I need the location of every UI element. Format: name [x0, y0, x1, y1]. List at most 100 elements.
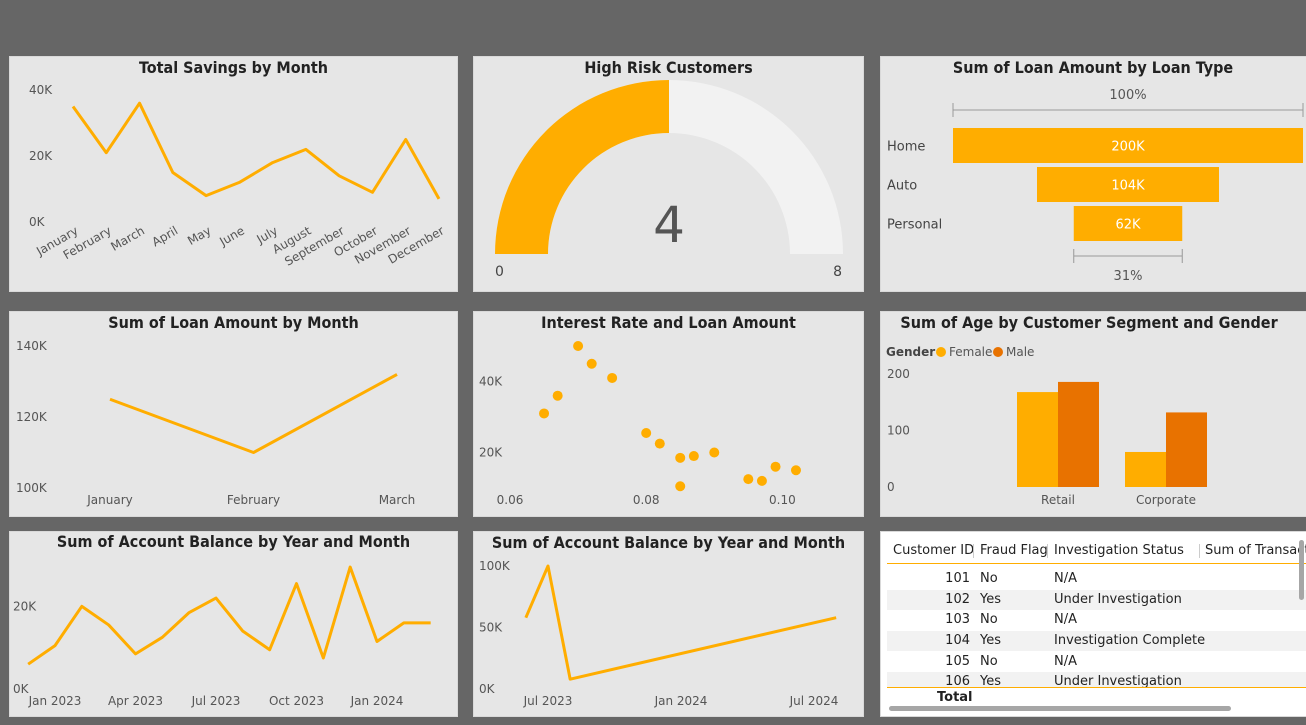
legend-label: Female	[949, 345, 992, 359]
x-tick-label: 0.08	[633, 493, 660, 507]
balance1-series-line	[27, 565, 431, 666]
bar-female	[1125, 451, 1166, 487]
y-tick-label: 20K	[13, 599, 37, 613]
cell-customer-id: 103	[945, 612, 970, 627]
x-tick-label: Retail	[1041, 493, 1075, 507]
x-tick-label: April	[150, 223, 181, 249]
tile-interest-vs-loan[interactable]: Interest Rate and Loan Amount 20K 40K 0.06…	[473, 311, 864, 517]
scatter-point	[573, 341, 584, 351]
loan-by-month-line-chart[interactable]: 100K 120K 140K January February March	[10, 312, 458, 517]
funnel-value-label: 200K	[1111, 140, 1145, 155]
y-tick-label: 0K	[13, 682, 30, 696]
funnel-value-label: 62K	[1115, 218, 1141, 233]
scatter-point	[539, 408, 550, 419]
balance-line-chart-2[interactable]: 0K 50K 100K Jul 2023 Jan 2024 Jul 2024	[474, 532, 864, 717]
table-row[interactable]: 105 No N/A	[887, 652, 1306, 672]
cell-fraud-flag: No	[980, 612, 998, 627]
y-tick-label: 40K	[479, 375, 503, 389]
gauge-min-label: 0	[495, 264, 504, 280]
tile-fraud-table[interactable]: Customer ID Fraud Flag Investigation Sta…	[880, 531, 1306, 717]
x-tick-label: May	[185, 223, 213, 248]
cell-customer-id: 102	[945, 592, 970, 607]
x-tick-label: Oct 2023	[269, 694, 324, 708]
scatter-point	[641, 427, 652, 438]
scatter-point	[607, 372, 618, 383]
high-risk-gauge[interactable]: 4 0 8	[474, 57, 864, 292]
cell-customer-id: 104	[945, 633, 970, 648]
cell-fraud-flag: No	[980, 654, 998, 669]
funnel-top-percent: 100%	[1109, 88, 1146, 103]
bar-male	[1058, 381, 1099, 487]
scatter-point	[552, 390, 563, 401]
gauge-value: 4	[653, 196, 685, 254]
x-tick-label: Jul 2024	[789, 694, 839, 708]
horizontal-scrollbar[interactable]	[889, 706, 1231, 711]
scatter-point	[709, 447, 720, 458]
funnel-value-label: 104K	[1111, 179, 1145, 194]
tile-loan-by-type[interactable]: Sum of Loan Amount by Loan Type 100% 200K…	[880, 56, 1306, 292]
interest-loan-scatter-chart[interactable]: 20K 40K 0.06 0.08 0.10	[474, 312, 864, 517]
column-header-customer-id[interactable]: Customer ID	[893, 539, 974, 563]
cell-fraud-flag: No	[980, 571, 998, 586]
cell-customer-id: 105	[945, 654, 970, 669]
x-tick-label: Corporate	[1136, 493, 1196, 507]
y-tick-label: 200	[887, 367, 910, 381]
cell-investigation-status: N/A	[1054, 571, 1077, 586]
y-tick-label: 100K	[16, 481, 48, 495]
legend-marker	[936, 347, 946, 357]
tile-age-by-segment[interactable]: Sum of Age by Customer Segment and Gende…	[880, 311, 1306, 517]
loan-type-funnel-chart[interactable]: 100% 200K Home 104K Auto 62K Personal 31%	[881, 57, 1306, 292]
funnel-category-label: Auto	[887, 179, 917, 194]
y-tick-label: 40K	[29, 83, 53, 97]
column-header-sum-transactions[interactable]: Sum of Transact	[1205, 539, 1306, 563]
y-tick-label: 0K	[29, 215, 46, 229]
table-row[interactable]: 106 Yes Under Investigation	[887, 672, 1306, 687]
cell-fraud-flag: Yes	[980, 674, 1001, 687]
tile-total-savings[interactable]: Total Savings by Month 0K 20K 40K January Fe…	[9, 56, 458, 292]
cell-fraud-flag: Yes	[980, 592, 1001, 607]
cell-investigation-status: Under Investigation	[1054, 592, 1182, 607]
cell-investigation-status: N/A	[1054, 654, 1077, 669]
cell-fraud-flag: Yes	[980, 633, 1001, 648]
table-header: Customer ID Fraud Flag Investigation Sta…	[887, 539, 1306, 564]
y-tick-label: 120K	[16, 410, 48, 424]
cell-customer-id: 106	[945, 674, 970, 687]
total-savings-line-chart[interactable]: 0K20K40KJanuaryFebruaryMarch April May June…	[10, 57, 458, 292]
scatter-point	[675, 452, 686, 463]
balance-line-chart-1[interactable]: 0K 20K Jan 2023 Apr 2023 Jul 2023 Oct 2023 Jan…	[10, 532, 458, 717]
legend-marker	[993, 347, 1003, 357]
table-row[interactable]: 102 Yes Under Investigation	[887, 590, 1306, 610]
x-tick-label: 0.10	[769, 493, 796, 507]
x-tick-label: Jul 2023	[523, 694, 573, 708]
tile-high-risk-customers[interactable]: High Risk Customers 408	[473, 56, 864, 292]
column-header-investigation-status[interactable]: Investigation Status	[1054, 539, 1184, 563]
loan-month-series-line	[109, 373, 398, 454]
funnel-category-label: Home	[887, 140, 925, 155]
scatter-point	[675, 481, 686, 492]
column-header-fraud-flag[interactable]: Fraud Flag	[980, 539, 1048, 563]
savings-series-line	[71, 101, 441, 200]
tile-loan-by-month[interactable]: Sum of Loan Amount by Month 100K 120K 140K…	[9, 311, 458, 517]
tile-balance-by-year-month-2[interactable]: Sum of Account Balance by Year and Month…	[473, 531, 864, 717]
cell-investigation-status: Under Investigation	[1054, 674, 1182, 687]
table-row[interactable]: 101 No N/A	[887, 569, 1306, 589]
x-tick-label: Jan 2024	[654, 694, 708, 708]
x-tick-label: June	[216, 223, 247, 249]
scatter-point	[688, 451, 699, 462]
vertical-scrollbar[interactable]	[1299, 540, 1304, 600]
table-row[interactable]: 104 Yes Investigation Complete	[887, 631, 1306, 651]
x-tick-label: Apr 2023	[108, 694, 163, 708]
bar-female	[1017, 392, 1058, 487]
x-tick-label: Jan 2023	[28, 694, 82, 708]
y-tick-label: 50K	[479, 621, 503, 635]
legend-title: Gender	[886, 345, 935, 359]
gauge-fill	[495, 80, 669, 254]
y-tick-label: 100	[887, 424, 910, 438]
y-tick-label: 20K	[479, 446, 503, 460]
bar-male	[1166, 412, 1207, 487]
tile-balance-by-year-month-1[interactable]: Sum of Account Balance by Year and Month…	[9, 531, 458, 717]
scatter-point	[743, 474, 754, 485]
age-segment-bar-chart[interactable]: 0 100 200 Gender Female Male Retail Corporate	[881, 312, 1306, 517]
x-tick-label: January	[86, 493, 133, 507]
table-row[interactable]: 103 No N/A	[887, 610, 1306, 630]
